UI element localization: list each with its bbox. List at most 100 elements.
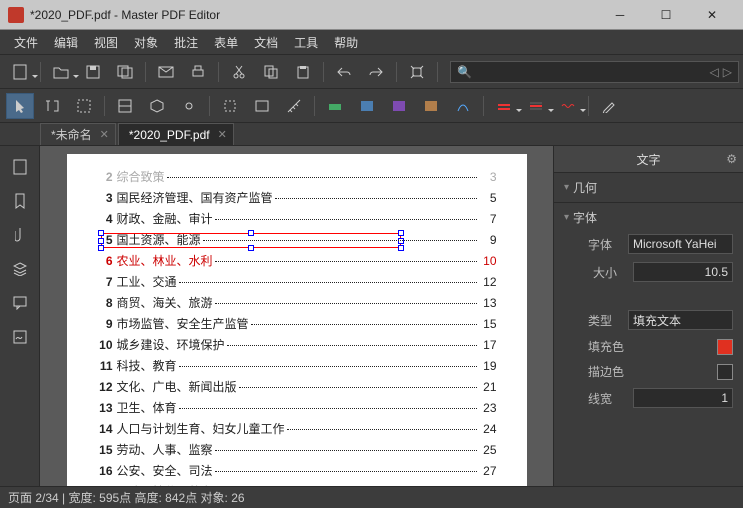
toc-row: 4财政、金融、审计7 — [97, 210, 497, 227]
tab-label: *未命名 — [51, 126, 92, 143]
toc-row: 3国民经济管理、国有资产监管5 — [97, 189, 497, 206]
redo-button[interactable] — [362, 59, 390, 85]
paste-button[interactable] — [289, 59, 317, 85]
stroke-label: 描边色 — [588, 363, 638, 380]
menu-文档[interactable]: 文档 — [246, 32, 286, 53]
toc-row: 14人口与计划生育、妇女儿童工作24 — [97, 420, 497, 437]
toc-row: 15劳动、人事、监察25 — [97, 441, 497, 458]
side-toolbar — [0, 146, 40, 486]
bookmarks-button[interactable] — [5, 186, 35, 216]
toc-row: 7工业、交通12 — [97, 273, 497, 290]
close-window-button[interactable]: ✕ — [689, 0, 735, 30]
linewidth-input[interactable] — [633, 388, 733, 408]
toc-row: 11科技、教育19 — [97, 357, 497, 374]
maximize-button[interactable]: ☐ — [643, 0, 689, 30]
document-tabs: *未命名 ✕ *2020_PDF.pdf ✕ — [0, 122, 743, 146]
menu-批注[interactable]: 批注 — [166, 32, 206, 53]
new-file-button[interactable] — [6, 59, 34, 85]
crop-tool[interactable] — [216, 93, 244, 119]
shape-tool[interactable] — [417, 93, 445, 119]
menu-对象[interactable]: 对象 — [126, 32, 166, 53]
edit-object-tool[interactable] — [143, 93, 171, 119]
edit-toolbar — [0, 88, 743, 122]
note-tool[interactable] — [353, 93, 381, 119]
font-section[interactable]: 字体 — [564, 209, 733, 226]
status-text: 页面 2/34 | 宽度: 595点 高度: 842点 对象: 26 — [8, 489, 245, 506]
type-input[interactable] — [628, 310, 733, 330]
linewidth-label: 线宽 — [588, 390, 628, 407]
pencil-tool[interactable] — [595, 93, 623, 119]
comments-button[interactable] — [5, 288, 35, 318]
menu-文件[interactable]: 文件 — [6, 32, 46, 53]
tab-close-icon[interactable]: ✕ — [100, 128, 109, 141]
zoom-fit-button[interactable] — [403, 59, 431, 85]
tab-label: *2020_PDF.pdf — [129, 128, 210, 142]
edit-forms-tool[interactable] — [111, 93, 139, 119]
font-input[interactable] — [628, 234, 733, 254]
open-file-button[interactable] — [47, 59, 75, 85]
app-logo — [8, 7, 24, 23]
print-button[interactable] — [184, 59, 212, 85]
stroke-color-swatch[interactable] — [717, 364, 733, 380]
layers-button[interactable] — [5, 254, 35, 284]
minimize-button[interactable]: ─ — [597, 0, 643, 30]
select-tool[interactable] — [6, 93, 34, 119]
strikeout-tool[interactable] — [522, 93, 550, 119]
toc-row: 2综合致策3 — [97, 168, 497, 185]
signatures-button[interactable] — [5, 322, 35, 352]
panel-title: 文字 — [636, 151, 660, 168]
geometry-section[interactable]: 几何 — [564, 179, 733, 196]
toc-row: 13卫生、体育23 — [97, 399, 497, 416]
document-area[interactable]: 2综合致策33国民经济管理、国有资产监管54财政、金融、审计75国土资源、能源9… — [40, 146, 553, 486]
attachments-button[interactable] — [5, 220, 35, 250]
toc-row: 12文化、广电、新闻出版21 — [97, 378, 497, 395]
email-button[interactable] — [152, 59, 180, 85]
fill-color-swatch[interactable] — [717, 339, 733, 355]
undo-button[interactable] — [330, 59, 358, 85]
toc-row: 8商贸、海关、旅游13 — [97, 294, 497, 311]
title-bar: *2020_PDF.pdf - Master PDF Editor ─ ☐ ✕ — [0, 0, 743, 30]
cut-button[interactable] — [225, 59, 253, 85]
edit-text-tool[interactable] — [70, 93, 98, 119]
properties-panel: 文字 ⚙ 几何 字体 字体 大小 类型 填充色 — [553, 146, 743, 486]
search-box[interactable]: 🔍 ◁ ▷ — [450, 61, 739, 83]
link-tool[interactable] — [175, 93, 203, 119]
menu-bar: 文件编辑视图对象批注表单文档工具帮助 — [0, 30, 743, 54]
menu-工具[interactable]: 工具 — [286, 32, 326, 53]
draw-tool[interactable] — [449, 93, 477, 119]
toc-row: 9市场监管、安全生产监管15 — [97, 315, 497, 332]
menu-帮助[interactable]: 帮助 — [326, 32, 366, 53]
document-tab[interactable]: *2020_PDF.pdf ✕ — [118, 123, 234, 145]
main-toolbar: 🔍 ◁ ▷ — [0, 54, 743, 88]
panel-settings-icon[interactable]: ⚙ — [726, 152, 737, 166]
toc-row: 10城乡建设、环境保护17 — [97, 336, 497, 353]
search-icon: 🔍 — [457, 65, 472, 79]
toc-row: 17民政、扶贫、救灾28 — [97, 483, 497, 486]
panel-header: 文字 ⚙ — [554, 146, 743, 172]
document-tab[interactable]: *未命名 ✕ — [40, 123, 116, 145]
measure-tool[interactable] — [280, 93, 308, 119]
menu-表单[interactable]: 表单 — [206, 32, 246, 53]
size-label: 大小 — [593, 264, 633, 281]
rect-tool[interactable] — [248, 93, 276, 119]
menu-视图[interactable]: 视图 — [86, 32, 126, 53]
squiggly-tool[interactable] — [554, 93, 582, 119]
type-label: 类型 — [588, 312, 628, 329]
stamp-tool[interactable] — [385, 93, 413, 119]
copy-button[interactable] — [257, 59, 285, 85]
size-input[interactable] — [633, 262, 733, 282]
search-input[interactable] — [476, 65, 706, 79]
search-next-icon[interactable]: ▷ — [723, 65, 732, 79]
save-as-button[interactable] — [111, 59, 139, 85]
highlight-tool[interactable] — [321, 93, 349, 119]
save-button[interactable] — [79, 59, 107, 85]
menu-编辑[interactable]: 编辑 — [46, 32, 86, 53]
search-prev-icon[interactable]: ◁ — [710, 65, 719, 79]
text-select-tool[interactable] — [38, 93, 66, 119]
underline-tool[interactable] — [490, 93, 518, 119]
tab-close-icon[interactable]: ✕ — [218, 128, 227, 141]
status-bar: 页面 2/34 | 宽度: 595点 高度: 842点 对象: 26 — [0, 486, 743, 508]
toc-row: 16公安、安全、司法27 — [97, 462, 497, 479]
pdf-page: 2综合致策33国民经济管理、国有资产监管54财政、金融、审计75国土资源、能源9… — [67, 154, 527, 486]
thumbnails-button[interactable] — [5, 152, 35, 182]
